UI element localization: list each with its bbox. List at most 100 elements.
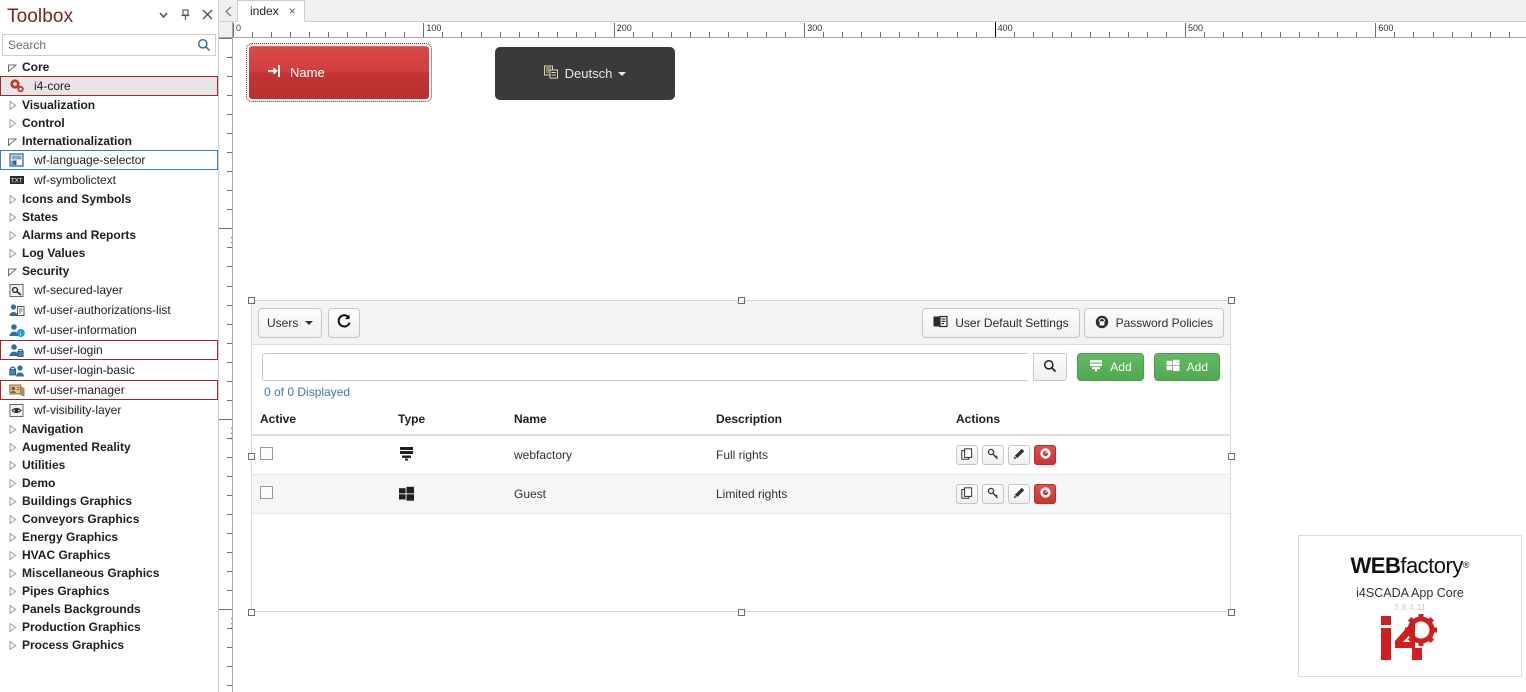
toolbox-group-core[interactable]: Core — [0, 58, 218, 76]
wf-user-login-widget[interactable]: Name — [249, 46, 429, 99]
toolbox-group-security[interactable]: Security — [0, 262, 218, 280]
ruler-minor-tick — [1052, 32, 1053, 37]
pin-icon[interactable] — [179, 8, 192, 21]
selection-handle-bottom-center[interactable] — [738, 609, 745, 616]
delete-button[interactable] — [1034, 445, 1056, 465]
column-header-type[interactable]: Type — [398, 406, 514, 435]
search-input[interactable] — [3, 36, 193, 54]
ruler-minor-tick — [728, 32, 729, 37]
toolbox-item-wf-user-manager[interactable]: wf-user-manager — [0, 380, 218, 400]
selection-handle-top-left[interactable] — [248, 297, 255, 304]
vertical-ruler[interactable]: 0100200300400500600700 — [219, 38, 233, 692]
toolbox-group-process-graphics[interactable]: Process Graphics — [0, 636, 218, 654]
ruler-minor-tick — [1356, 32, 1357, 37]
selection-handle-bottom-right[interactable] — [1228, 609, 1235, 616]
column-header-description[interactable]: Description — [716, 406, 956, 435]
toolbox-item-wf-visibility-layer[interactable]: wf-visibility-layer — [0, 400, 218, 420]
add-server-user-button[interactable]: Add — [1077, 353, 1143, 381]
add-windows-user-button[interactable]: Add — [1154, 353, 1220, 381]
copy-button[interactable] — [956, 484, 978, 504]
toolbox-group-control[interactable]: Control — [0, 114, 218, 132]
toolbox-group-visualization[interactable]: Visualization — [0, 96, 218, 114]
toolbox-search[interactable] — [2, 34, 216, 56]
edit-button[interactable] — [1008, 445, 1030, 465]
toolbox-group-miscellaneous-graphics[interactable]: Miscellaneous Graphics — [0, 564, 218, 582]
user-manager-icon — [6, 382, 28, 398]
toolbox-group-pipes-graphics[interactable]: Pipes Graphics — [0, 582, 218, 600]
tab-strip: index × — [219, 0, 1526, 22]
toolbox-group-augmented-reality[interactable]: Augmented Reality — [0, 438, 218, 456]
ruler-label: 600 — [1378, 23, 1393, 33]
tab-scroll-left-icon[interactable] — [222, 4, 234, 18]
delete-button[interactable] — [1034, 484, 1056, 504]
toolbox-group-internationalization[interactable]: Internationalization — [0, 132, 218, 150]
table-row[interactable]: GuestLimited rights — [252, 475, 1230, 514]
toolbox-item-wf-user-information[interactable]: iwf-user-information — [0, 320, 218, 340]
search-button[interactable] — [1033, 353, 1067, 381]
toolbox-item-wf-user-login[interactable]: wf-user-login — [0, 340, 218, 360]
selection-handle-top-right[interactable] — [1228, 297, 1235, 304]
user-default-settings-button[interactable]: User Default Settings — [922, 308, 1079, 338]
column-header-active[interactable]: Active — [252, 406, 398, 435]
ruler-minor-tick — [1490, 32, 1491, 37]
close-icon[interactable] — [201, 8, 214, 21]
toolbox-group-label: States — [22, 210, 58, 224]
toolbox-group-states[interactable]: States — [0, 208, 218, 226]
chevron-down-icon[interactable] — [157, 8, 170, 21]
toolbox-tree[interactable]: Corei4-coreVisualizationControlInternati… — [0, 58, 218, 692]
toolbox-item-i4-core[interactable]: i4-core — [0, 76, 218, 96]
ruler-minor-tick — [785, 32, 786, 37]
wf-language-selector-widget[interactable]: Deutsch — [495, 47, 675, 100]
column-header-name[interactable]: Name — [514, 406, 716, 435]
toolbox-group-conveyors-graphics[interactable]: Conveyors Graphics — [0, 510, 218, 528]
password-policies-button[interactable]: Password Policies — [1084, 308, 1224, 338]
edit-button[interactable] — [1008, 484, 1030, 504]
ruler-minor-tick — [227, 266, 232, 267]
toolbox-group-log-values[interactable]: Log Values — [0, 244, 218, 262]
user-search-input[interactable] — [262, 353, 1028, 381]
search-icon[interactable] — [193, 38, 215, 52]
toolbox-item-label: wf-user-information — [28, 323, 137, 337]
ruler-minor-tick — [1280, 32, 1281, 37]
key-button[interactable] — [982, 445, 1004, 465]
tab-close-icon[interactable]: × — [289, 5, 296, 17]
toolbox-item-wf-secured-layer[interactable]: wf-secured-layer — [0, 280, 218, 300]
horizontal-ruler[interactable]: 0100200300400500600700800900 — [233, 22, 1526, 38]
toolbox-group-navigation[interactable]: Navigation — [0, 420, 218, 438]
users-scope-dropdown[interactable]: Users — [258, 308, 322, 338]
toolbox-group-icons-and-symbols[interactable]: Icons and Symbols — [0, 190, 218, 208]
column-header-actions[interactable]: Actions — [956, 406, 1230, 435]
toolbox-group-alarms-and-reports[interactable]: Alarms and Reports — [0, 226, 218, 244]
toolbox-item-wf-user-authorizations-list[interactable]: wf-user-authorizations-list — [0, 300, 218, 320]
refresh-button[interactable] — [328, 308, 360, 338]
toolbox-item-wf-user-login-basic[interactable]: wf-user-login-basic — [0, 360, 218, 380]
wf-user-manager-widget[interactable]: Users — [251, 300, 1231, 612]
design-canvas[interactable]: Name Deutsch — [233, 38, 1526, 692]
ruler-minor-tick — [385, 32, 386, 37]
selection-handle-middle-right[interactable] — [1228, 453, 1235, 460]
toolbox-group-demo[interactable]: Demo — [0, 474, 218, 492]
toolbox-group-utilities[interactable]: Utilities — [0, 456, 218, 474]
toolbox-group-production-graphics[interactable]: Production Graphics — [0, 618, 218, 636]
selection-handle-top-center[interactable] — [738, 297, 745, 304]
active-checkbox[interactable] — [260, 447, 273, 460]
text-icon: TXT — [6, 172, 28, 188]
table-row[interactable]: webfactoryFull rights — [252, 435, 1230, 475]
ruler-minor-tick — [1223, 32, 1224, 37]
toolbox-item-wf-symbolictext[interactable]: TXTwf-symbolictext — [0, 170, 218, 190]
toolbox-group-buildings-graphics[interactable]: Buildings Graphics — [0, 492, 218, 510]
selection-handle-middle-left[interactable] — [248, 453, 255, 460]
active-checkbox[interactable] — [260, 486, 273, 499]
server-icon — [1089, 359, 1103, 375]
ruler-minor-tick — [1014, 32, 1015, 37]
copy-button[interactable] — [956, 445, 978, 465]
key-button[interactable] — [982, 484, 1004, 504]
toolbox-item-wf-language-selector[interactable]: Lwf-language-selector — [0, 150, 218, 170]
tab-index[interactable]: index × — [237, 0, 305, 22]
ruler-minor-tick — [227, 381, 232, 382]
toolbox-group-panels-backgrounds[interactable]: Panels Backgrounds — [0, 600, 218, 618]
toolbox-group-energy-graphics[interactable]: Energy Graphics — [0, 528, 218, 546]
ruler-major-tick — [804, 23, 805, 37]
toolbox-group-hvac-graphics[interactable]: HVAC Graphics — [0, 546, 218, 564]
selection-handle-bottom-left[interactable] — [248, 609, 255, 616]
